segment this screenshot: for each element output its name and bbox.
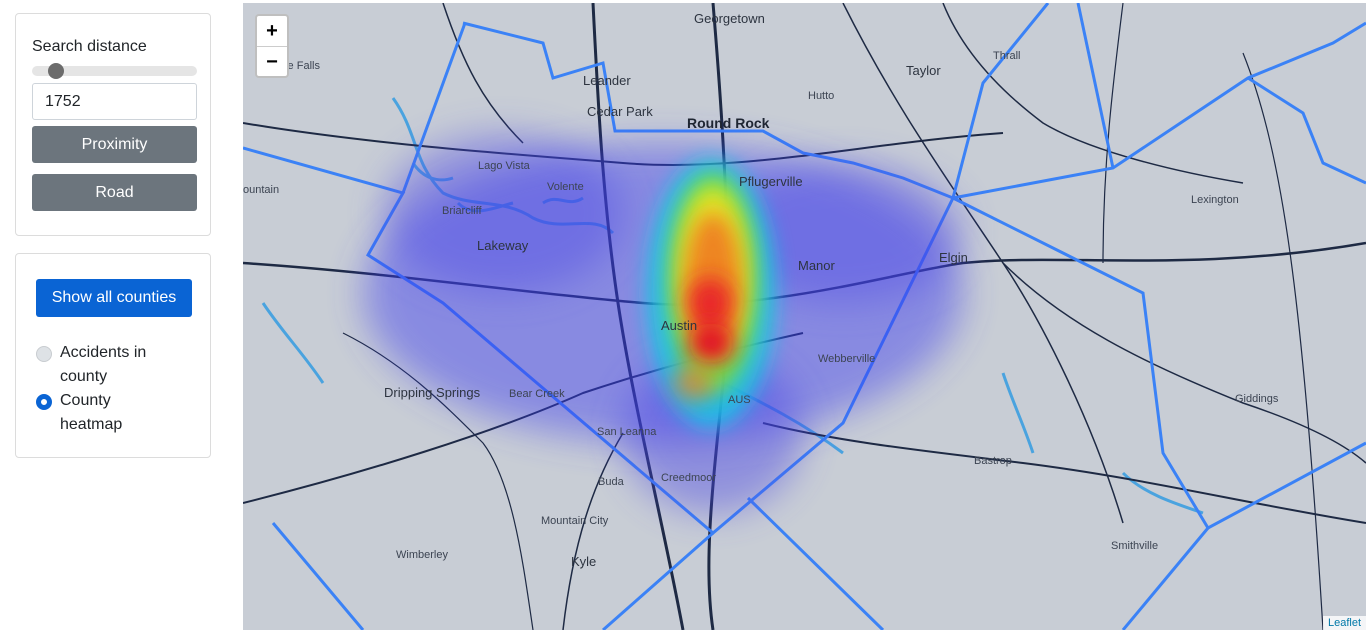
place-label: Volente: [547, 181, 584, 193]
radio-unchecked-icon[interactable]: [36, 346, 52, 362]
place-label: Taylor: [906, 63, 941, 78]
zoom-in-button[interactable]: +: [257, 16, 287, 47]
place-label: Bastrop: [974, 455, 1012, 467]
place-label: Creedmoor: [661, 472, 716, 484]
radio-label: County heatmap: [60, 392, 123, 433]
place-label: Austin: [661, 318, 697, 333]
place-label: Bear Creek: [509, 388, 565, 400]
place-label: Webberville: [818, 353, 875, 365]
place-label: Giddings: [1235, 393, 1279, 405]
radio-county-heatmap[interactable]: County heatmap: [36, 392, 170, 437]
place-label: Thrall: [993, 50, 1021, 62]
place-label: Buda: [598, 476, 625, 488]
sidebar: Search distance 1752 Proximity Road Show…: [0, 0, 243, 630]
search-card: Search distance 1752 Proximity Road: [15, 13, 211, 236]
place-label: Manor: [798, 258, 836, 273]
place-label: Lakeway: [477, 238, 529, 253]
place-label: Kyle: [571, 554, 596, 569]
place-label: Hutto: [808, 90, 834, 102]
place-label: Round Rock: [687, 115, 770, 131]
place-label: Georgetown: [694, 11, 765, 26]
place-label: Briarcliff: [442, 205, 482, 217]
county-card: Show all counties Accidents in county Co…: [15, 253, 211, 458]
place-label: Dripping Springs: [384, 385, 481, 400]
place-label: Lago Vista: [478, 160, 531, 172]
radio-label: Accidents in county: [60, 344, 147, 385]
distance-input[interactable]: 1752: [32, 83, 197, 120]
place-label: Cedar Park: [587, 104, 653, 119]
radio-accidents-in-county[interactable]: Accidents in county: [36, 344, 170, 389]
place-label: ountain: [243, 184, 279, 196]
place-label: Mountain City: [541, 515, 609, 527]
place-label: AUS: [728, 394, 751, 406]
show-all-counties-button[interactable]: Show all counties: [36, 279, 192, 317]
place-label: Leander: [583, 73, 631, 88]
place-label: Lexington: [1191, 194, 1239, 206]
map-canvas: Georgetown ble Falls Leander Taylor Thra…: [243, 3, 1366, 630]
place-label: Wimberley: [396, 549, 448, 561]
place-label: San Leanna: [597, 426, 657, 438]
place-label: Smithville: [1111, 540, 1158, 552]
proximity-button[interactable]: Proximity: [32, 126, 197, 163]
slider-thumb[interactable]: [48, 63, 65, 79]
radio-checked-icon[interactable]: [36, 394, 52, 410]
road-button[interactable]: Road: [32, 174, 197, 211]
search-distance-label: Search distance: [32, 38, 147, 55]
zoom-out-button[interactable]: −: [257, 47, 287, 77]
map[interactable]: Georgetown ble Falls Leander Taylor Thra…: [243, 3, 1366, 630]
place-label: Pflugerville: [739, 174, 803, 189]
place-label: Elgin: [939, 250, 968, 265]
zoom-control: + −: [255, 14, 289, 78]
leaflet-attribution[interactable]: Leaflet: [1322, 616, 1366, 630]
